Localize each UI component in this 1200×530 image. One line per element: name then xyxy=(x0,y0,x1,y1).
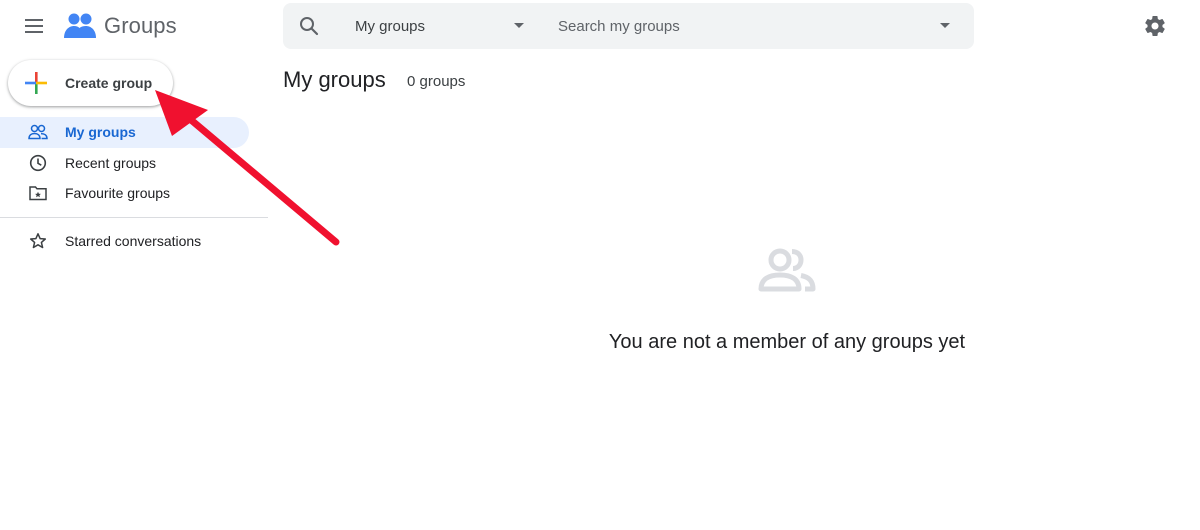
menu-icon xyxy=(25,19,43,33)
create-group-button[interactable]: Create group xyxy=(8,60,173,106)
app-name: Groups xyxy=(104,13,177,38)
chevron-down-icon xyxy=(514,23,524,28)
search-bar: My groups xyxy=(283,3,974,49)
annotation-arrow-icon xyxy=(155,90,340,246)
people-empty-state-icon xyxy=(758,248,816,292)
search-options-chevron-icon[interactable] xyxy=(940,23,950,28)
people-icon xyxy=(28,122,48,142)
sidebar-item-label: My groups xyxy=(65,124,136,141)
star-icon xyxy=(28,231,48,251)
search-icon[interactable] xyxy=(297,14,321,38)
search-scope-label: My groups xyxy=(355,17,426,35)
folder-star-icon xyxy=(28,183,48,203)
sidebar-item-label: Recent groups xyxy=(65,154,157,171)
search-scope-select[interactable]: My groups xyxy=(355,3,535,49)
groups-logo-icon xyxy=(64,13,96,38)
groups-logo[interactable]: Groups xyxy=(64,12,177,40)
main-menu-button[interactable] xyxy=(22,14,46,38)
plus-icon xyxy=(25,72,47,94)
gear-icon[interactable] xyxy=(1143,14,1167,38)
search-input[interactable] xyxy=(558,11,918,41)
clock-icon xyxy=(28,153,48,173)
empty-state-message: You are not a member of any groups yet xyxy=(608,331,966,353)
create-group-label: Create group xyxy=(65,75,153,91)
group-count: 0 groups xyxy=(407,73,466,90)
